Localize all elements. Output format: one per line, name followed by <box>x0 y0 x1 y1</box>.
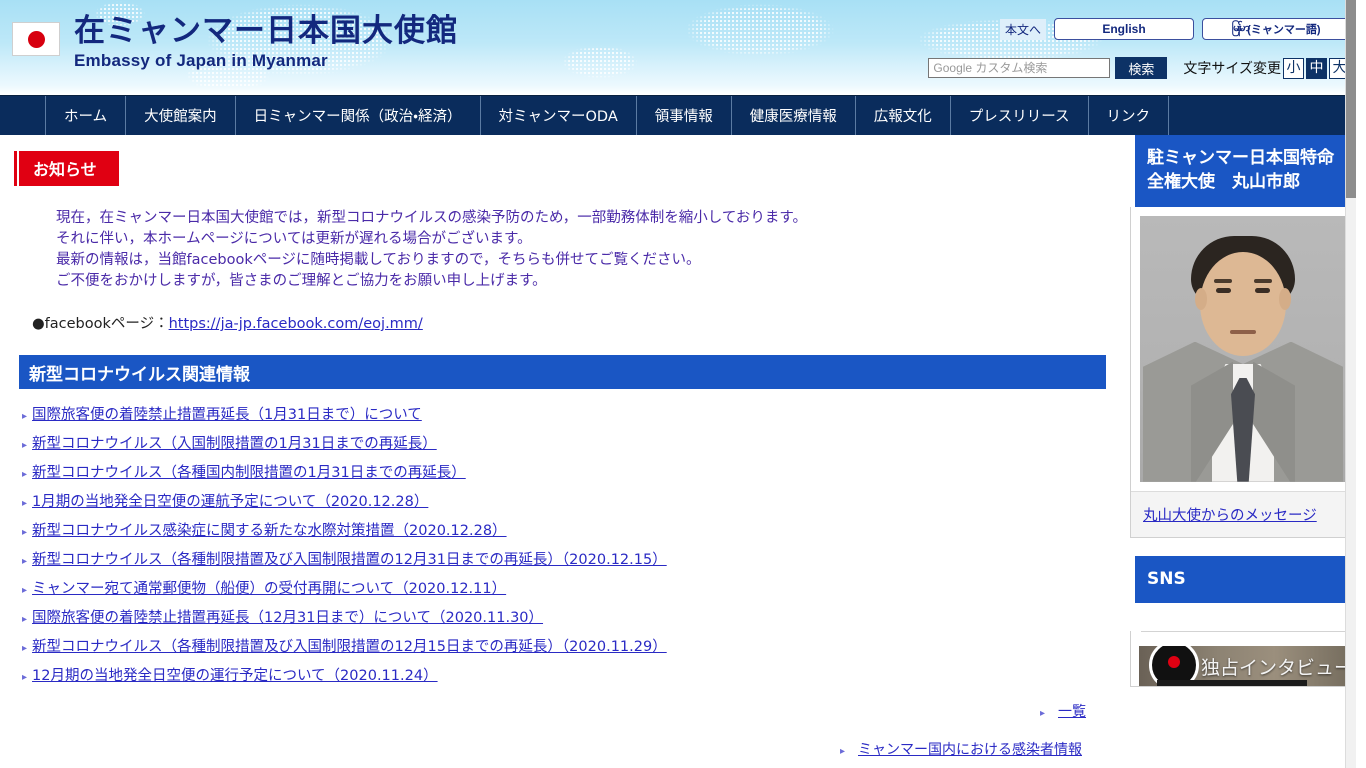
infection-info-link[interactable]: ミャンマー国内における感染者情報 <box>858 739 1082 759</box>
font-size-label: 文字サイズ変更 <box>1183 61 1281 77</box>
sns-video-title: 独占インタビュー『 <box>1201 657 1356 680</box>
video-progress-bar[interactable] <box>1157 680 1307 687</box>
covid-link-8[interactable]: 新型コロナウイルス（各種制限措置及び入国制限措置の12月15日までの再延長）（2… <box>32 635 667 656</box>
language-button-myanmar[interactable]: မြန်မာ (ミャンマー語) <box>1202 18 1350 40</box>
covid-link-list: ▸ 国際旅客便の着陸禁止措置再延長（1月31日まで）について ▸ 新型コロナウイルス… <box>22 403 1120 685</box>
covid-link-5[interactable]: 新型コロナウイルス（各種制限措置及び入国制限措置の12月31日までの再延長）（2… <box>32 548 667 569</box>
ambassador-message-link[interactable]: 丸山大使からのメッセージ <box>1143 508 1317 524</box>
ambassador-card: 丸山大使からのメッセージ <box>1130 206 1356 538</box>
notice-badge: お知らせ <box>14 151 119 186</box>
list-item: ▸ 新型コロナウイルス（各種国内制限措置の1月31日までの再延長） <box>22 461 1120 482</box>
nav-item-consular[interactable]: 領事情報 <box>635 96 731 135</box>
list-item: ▸ 国際旅客便の着陸禁止措置再延長（1月31日まで）について <box>22 403 1120 424</box>
list-item: ▸ 新型コロナウイルス感染症に関する新たな水際対策措置（2020.12.28） <box>22 519 1120 540</box>
site-header: 在ミャンマー日本国大使館 Embassy of Japan in Myanmar… <box>0 0 1356 95</box>
scrollbar-thumb[interactable] <box>1346 0 1356 198</box>
main-navigation: ホーム 大使館案内 日ミャンマー関係（政治・経済） 対ミャンマーODA 領事情報… <box>0 95 1356 135</box>
site-brand[interactable]: 在ミャンマー日本国大使館 Embassy of Japan in Myanmar <box>12 14 458 71</box>
covid-link-3[interactable]: 1月期の当地発全日空便の運航予定について（2020.12.28） <box>32 490 428 511</box>
ambassador-heading: 駐ミャンマー日本国特命全権大使 丸山市郎 <box>1130 135 1356 207</box>
search-input[interactable] <box>928 58 1111 78</box>
page-content: お知らせ 現在，在ミャンマー日本国大使館では，新型コロナウイルスの感染予防のため… <box>0 135 1356 760</box>
sns-card: 独占インタビュー『 <box>1130 631 1356 688</box>
bullet-arrow-icon: ▸ <box>22 672 28 684</box>
nav-item-home[interactable]: ホーム <box>45 96 125 135</box>
covid-link-1[interactable]: 新型コロナウイルス（入国制限措置の1月31日までの再延長） <box>32 432 437 453</box>
nav-item-oda[interactable]: 対ミャンマーODA <box>479 96 636 135</box>
list-item: ▸ 国際旅客便の着陸禁止措置再延長（12月31日まで）について（2020.11.3… <box>22 606 1120 627</box>
page-scrollbar[interactable] <box>1345 0 1356 768</box>
ambassador-photo-wrap <box>1131 206 1355 491</box>
covid-link-4[interactable]: 新型コロナウイルス感染症に関する新たな水際対策措置（2020.12.28） <box>32 519 507 540</box>
bullet-arrow-icon: ▸ <box>839 746 845 758</box>
ambassador-photo <box>1140 215 1346 482</box>
list-item: ▸ 新型コロナウイルス（各種制限措置及び入国制限措置の12月31日までの再延長）（… <box>22 548 1120 569</box>
covid-link-9[interactable]: 12月期の当地発全日空便の運行予定について（2020.11.24） <box>32 664 438 685</box>
sns-block: SNS 独占インタビュー『 <box>1130 555 1356 688</box>
search-button[interactable]: 検索 <box>1115 57 1168 79</box>
site-title-ja: 在ミャンマー日本国大使館 <box>74 13 458 49</box>
font-size-control: 文字サイズ変更 小 中 大 <box>1183 57 1350 79</box>
covid-link-7[interactable]: 国際旅客便の着陸禁止措置再延長（12月31日まで）について（2020.11.30… <box>32 606 543 627</box>
list-item: ▸ 1月期の当地発全日空便の運航予定について（2020.12.28） <box>22 490 1120 511</box>
bullet-arrow-icon: ▸ <box>22 498 28 510</box>
facebook-line: ●facebookページ：https://ja-jp.facebook.com/… <box>32 312 1120 333</box>
covid-more-link[interactable]: 一覧 <box>1058 701 1086 721</box>
notice-body: 現在，在ミャンマー日本国大使館では，新型コロナウイルスの感染予防のため，一部勤務… <box>56 208 1120 292</box>
list-item: ▸ 新型コロナウイルス（各種制限措置及び入国制限措置の12月15日までの再延長）（… <box>22 635 1120 656</box>
bullet-arrow-icon: ▸ <box>22 585 28 597</box>
bullet-arrow-icon: ▸ <box>22 556 28 568</box>
bullet-arrow-icon: ▸ <box>22 527 28 539</box>
notice-line-2: それに伴い，本ホームページについては更新が遅れる場合がございます。 <box>56 231 532 248</box>
bullet-arrow-icon: ▸ <box>22 643 28 655</box>
site-title-en: Embassy of Japan in Myanmar <box>74 51 328 71</box>
sns-heading: SNS <box>1130 555 1356 604</box>
ambassador-block: 駐ミャンマー日本国特命全権大使 丸山市郎 丸山大使からのメッセージ <box>1130 135 1356 538</box>
japan-flag-icon <box>12 22 60 56</box>
list-item: ▸ ミャンマー宛て通常郵便物（船便）の受付再開について（2020.12.11） <box>22 577 1120 598</box>
font-size-small-button[interactable]: 小 <box>1283 57 1304 79</box>
nav-item-health[interactable]: 健康医療情報 <box>730 96 855 135</box>
notice-line-4: ご不便をおかけしますが，皆さまのご理解とご協力をお願い申し上げます。 <box>56 273 547 290</box>
main-column: お知らせ 現在，在ミャンマー日本国大使館では，新型コロナウイルスの感染予防のため… <box>0 135 1120 759</box>
sns-divider <box>1141 631 1345 633</box>
myanmar-suffix-label: (ミャンマー語) <box>1247 24 1321 36</box>
infection-info-row: ▸ ミャンマー国内における感染者情報 <box>0 739 1082 759</box>
nav-item-embassy-info[interactable]: 大使館案内 <box>125 96 235 135</box>
covid-section-heading: 新型コロナウイルス関連情報 <box>14 355 1106 390</box>
bullet-arrow-icon: ▸ <box>1039 708 1045 720</box>
sns-video-thumbnail[interactable]: 独占インタビュー『 <box>1139 646 1356 687</box>
bullet-arrow-icon: ▸ <box>22 469 28 481</box>
nav-item-culture[interactable]: 広報文化 <box>854 96 950 135</box>
nav-item-japan-myanmar-relations[interactable]: 日ミャンマー関係（政治・経済） <box>234 96 480 135</box>
myanmar-script-label: မြန်မာ <box>1231 21 1251 34</box>
facebook-page-link[interactable]: https://ja-jp.facebook.com/eoj.mm/ <box>169 316 423 332</box>
covid-link-2[interactable]: 新型コロナウイルス（各種国内制限措置の1月31日までの再延長） <box>32 461 466 482</box>
bullet-arrow-icon: ▸ <box>22 614 28 626</box>
facebook-label: ●facebookページ： <box>32 316 169 333</box>
covid-link-6[interactable]: ミャンマー宛て通常郵便物（船便）の受付再開について（2020.12.11） <box>32 577 506 598</box>
search-area: 検索 文字サイズ変更 小 中 大 <box>928 57 1350 79</box>
sidebar: 駐ミャンマー日本国特命全権大使 丸山市郎 丸山大使からのメッセージ SNS 独占… <box>1130 135 1356 688</box>
nav-item-links[interactable]: リンク <box>1087 96 1169 135</box>
skip-to-content-link[interactable]: 本文へ <box>999 18 1046 40</box>
list-item: ▸ 12月期の当地発全日空便の運行予定について（2020.11.24） <box>22 664 1120 685</box>
nav-end-divider <box>1168 96 1170 135</box>
nav-item-press[interactable]: プレスリリース <box>949 96 1088 135</box>
list-item: ▸ 新型コロナウイルス（入国制限措置の1月31日までの再延長） <box>22 432 1120 453</box>
language-button-english[interactable]: English <box>1054 18 1194 40</box>
bullet-arrow-icon: ▸ <box>22 440 28 452</box>
notice-line-3: 最新の情報は，当館facebookページに随時掲載しておりますので，そちらも併せ… <box>56 252 701 269</box>
covid-link-0[interactable]: 国際旅客便の着陸禁止措置再延長（1月31日まで）について <box>32 403 422 424</box>
header-utility-bar: 本文へ English မြန်မာ (ミャンマー語) <box>999 18 1350 40</box>
covid-more-row: ▸ 一覧 <box>0 701 1086 721</box>
notice-line-1: 現在，在ミャンマー日本国大使館では，新型コロナウイルスの感染予防のため，一部勤務… <box>56 210 807 226</box>
page-root: 在ミャンマー日本国大使館 Embassy of Japan in Myanmar… <box>0 0 1356 768</box>
font-size-medium-button[interactable]: 中 <box>1306 57 1327 79</box>
ambassador-message-row: 丸山大使からのメッセージ <box>1131 490 1355 537</box>
bullet-arrow-icon: ▸ <box>22 411 28 423</box>
